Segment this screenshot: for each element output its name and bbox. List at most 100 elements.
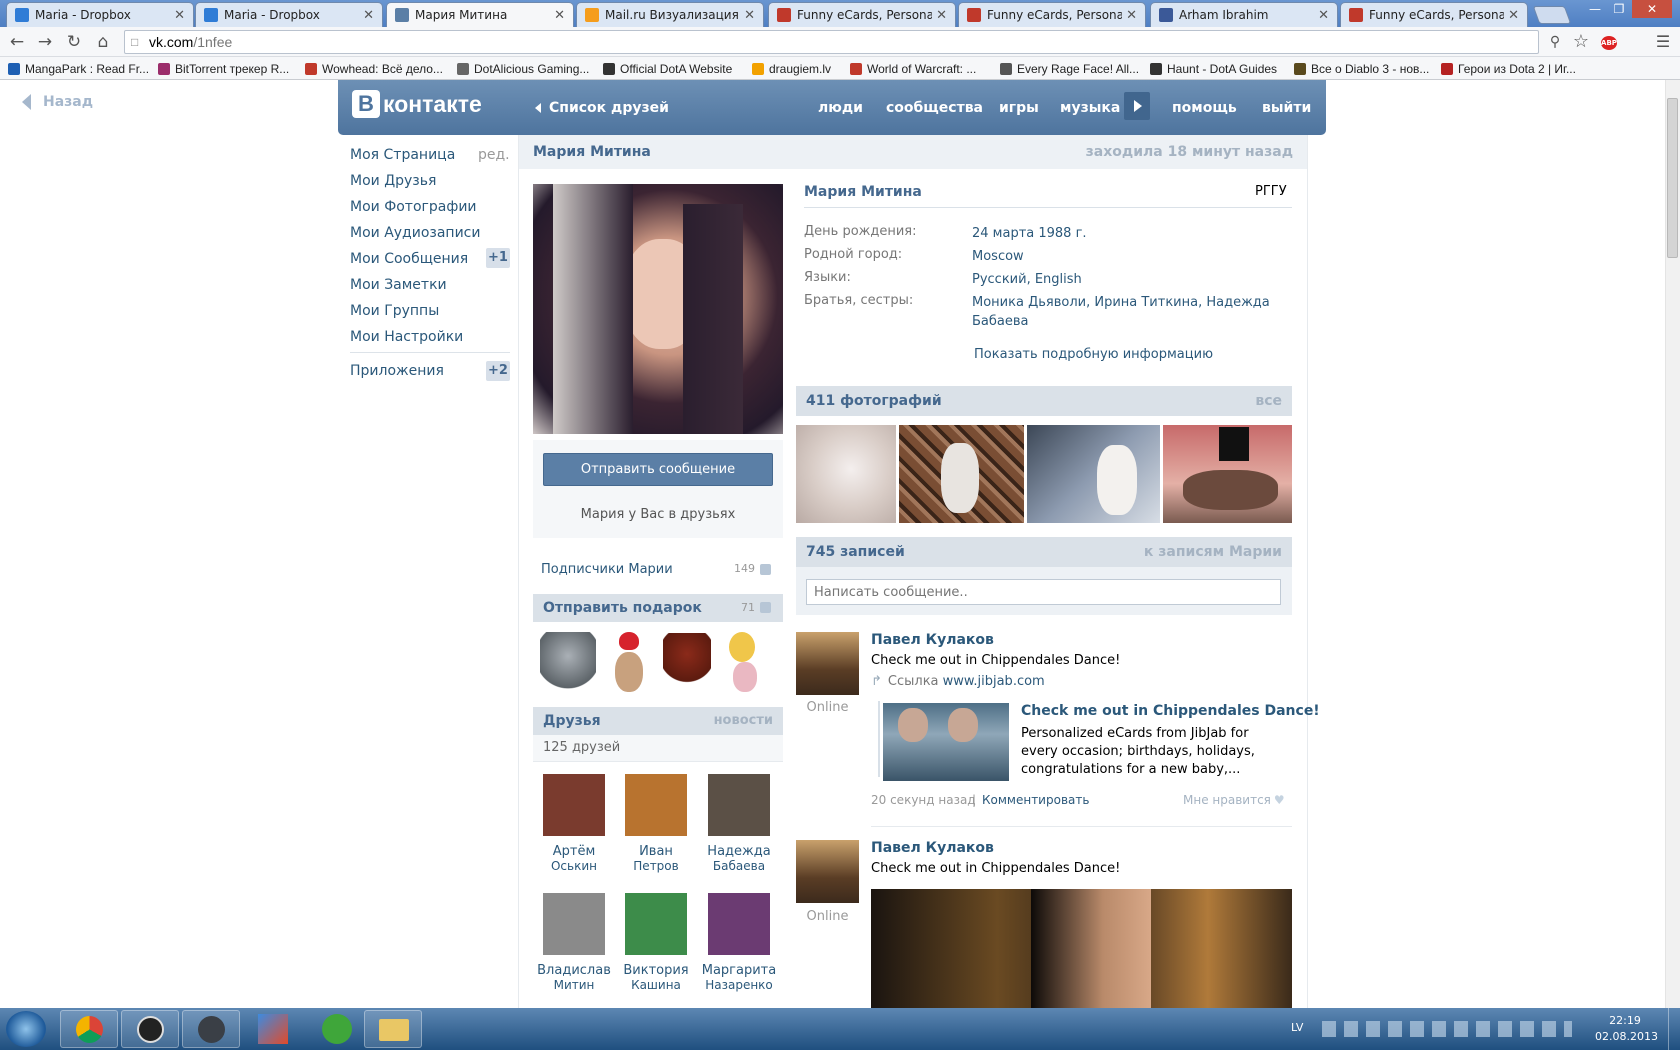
friend-avatar[interactable] bbox=[708, 774, 770, 836]
friend-avatar[interactable] bbox=[543, 774, 605, 836]
browser-tab[interactable]: Funny eCards, Personalize ✕ bbox=[768, 2, 956, 27]
bookmark-item[interactable]: Герои из Dota 2 | Иг... bbox=[1441, 60, 1576, 77]
friends-bar[interactable]: Друзья новости bbox=[533, 707, 783, 735]
wall-posts-link[interactable]: к записям Марии bbox=[1144, 544, 1282, 560]
info-value[interactable]: Моника Дьяволи, Ирина Титкина, Надежда Б… bbox=[972, 293, 1272, 331]
clock-date[interactable]: 02.08.2013 bbox=[1595, 1030, 1658, 1043]
browser-tab[interactable]: Mail.ru Визуализация закла ✕ bbox=[576, 2, 764, 27]
taskbar-chrome[interactable] bbox=[60, 1010, 118, 1048]
menu-item-my-messages[interactable]: Мои Сообщения bbox=[350, 251, 468, 267]
bookmark-item[interactable]: Wowhead: Всё дело... bbox=[305, 60, 443, 77]
taskbar-explorer[interactable] bbox=[364, 1010, 422, 1048]
taskbar-steam[interactable] bbox=[182, 1010, 240, 1048]
photo-thumb-3[interactable] bbox=[1027, 425, 1160, 523]
friend-avatar[interactable] bbox=[543, 893, 605, 955]
photos-bar[interactable]: 411 фотографий все bbox=[796, 386, 1292, 416]
menu-item-my-page[interactable]: Моя Страница bbox=[350, 147, 455, 163]
post-attachment-image[interactable] bbox=[883, 703, 1009, 781]
friend-first-name[interactable]: Иван bbox=[614, 844, 698, 859]
menu-item-my-settings[interactable]: Мои Настройки bbox=[350, 329, 463, 345]
apps-badge[interactable]: +2 bbox=[486, 361, 510, 381]
post-like-button[interactable]: Мне нравится ♥ bbox=[1183, 793, 1285, 807]
close-icon[interactable]: ✕ bbox=[174, 8, 185, 23]
menu-item-my-photos[interactable]: Мои Фотографии bbox=[350, 199, 477, 215]
new-tab-button[interactable] bbox=[1532, 6, 1572, 24]
friend-last-name[interactable]: Бабаева bbox=[697, 859, 781, 873]
back-icon[interactable]: ← bbox=[6, 31, 28, 53]
language-indicator[interactable]: LV bbox=[1291, 1021, 1303, 1034]
vk-logo[interactable]: В контакте bbox=[352, 88, 482, 120]
zoom-icon[interactable]: ⚲ bbox=[1544, 31, 1566, 53]
close-icon[interactable]: ✕ bbox=[554, 8, 565, 23]
post-author-avatar[interactable] bbox=[796, 840, 859, 903]
show-more-info-link[interactable]: Показать подробную информацию bbox=[974, 347, 1213, 362]
close-window-button[interactable]: ✕ bbox=[1632, 0, 1672, 18]
friend-card[interactable]: Владислав Митин bbox=[532, 893, 616, 992]
photo-thumb-2[interactable] bbox=[899, 425, 1024, 523]
start-button[interactable] bbox=[6, 1011, 46, 1047]
show-desktop-button[interactable] bbox=[1668, 1008, 1680, 1050]
photo-thumb-4[interactable] bbox=[1163, 425, 1292, 523]
minimize-button[interactable]: — bbox=[1584, 0, 1606, 18]
friend-card[interactable]: Надежда Бабаева bbox=[697, 774, 781, 873]
post-author-name[interactable]: Павел Кулаков bbox=[871, 840, 994, 856]
close-icon[interactable]: ✕ bbox=[1318, 8, 1329, 23]
friend-last-name[interactable]: Назаренко bbox=[697, 978, 781, 992]
friend-first-name[interactable]: Артём bbox=[532, 844, 616, 859]
friend-last-name[interactable]: Петров bbox=[614, 859, 698, 873]
forward-icon[interactable]: → bbox=[34, 31, 56, 53]
profile-photo[interactable] bbox=[533, 184, 783, 434]
info-value[interactable]: Moscow bbox=[972, 247, 1272, 266]
adblock-icon[interactable]: ABP bbox=[1601, 36, 1617, 50]
friend-avatar[interactable] bbox=[625, 774, 687, 836]
bookmark-item[interactable]: DotAlicious Gaming... bbox=[457, 60, 589, 77]
gift-cat-icon[interactable] bbox=[540, 632, 596, 692]
friend-card[interactable]: Артём Оськин bbox=[532, 774, 616, 873]
browser-tab[interactable]: Maria - Dropbox ✕ bbox=[6, 2, 194, 27]
close-icon[interactable]: ✕ bbox=[936, 8, 947, 23]
photos-all-link[interactable]: все bbox=[1255, 393, 1282, 409]
nav-communities[interactable]: сообщества bbox=[886, 100, 983, 116]
bookmark-item[interactable]: Official DotA Website bbox=[603, 60, 732, 77]
maximize-button[interactable]: ❐ bbox=[1608, 0, 1630, 18]
browser-tab[interactable]: Arham Ibrahim ✕ bbox=[1150, 2, 1338, 27]
browser-tab[interactable]: Funny eCards, Personalize ✕ bbox=[1340, 2, 1528, 27]
friend-first-name[interactable]: Виктория bbox=[614, 963, 698, 978]
bookmark-item[interactable]: World of Warcraft: ... bbox=[850, 60, 976, 77]
friend-card[interactable]: Иван Петров bbox=[614, 774, 698, 873]
menu-item-my-groups[interactable]: Мои Группы bbox=[350, 303, 439, 319]
followers-link[interactable]: Подписчики Марии bbox=[541, 562, 673, 577]
home-icon[interactable]: ⌂ bbox=[92, 31, 114, 53]
post-link-url[interactable]: www.jibjab.com bbox=[943, 674, 1045, 689]
post-author-name[interactable]: Павел Кулаков bbox=[871, 632, 994, 648]
friend-avatar[interactable] bbox=[625, 893, 687, 955]
gift-bar[interactable]: Отправить подарок 71 bbox=[533, 594, 783, 622]
gift-bunny-icon[interactable] bbox=[607, 632, 651, 694]
post-time[interactable]: 20 секунд назад bbox=[871, 793, 976, 807]
nav-help[interactable]: помощь bbox=[1172, 100, 1237, 116]
nav-music[interactable]: музыка bbox=[1060, 100, 1120, 116]
utorrent-icon[interactable] bbox=[322, 1014, 352, 1044]
wall-bar[interactable]: 745 записей к записям Марии bbox=[796, 537, 1292, 567]
star-icon[interactable]: ☆ bbox=[1570, 31, 1592, 53]
photo-thumb-1[interactable] bbox=[796, 425, 896, 523]
menu-item-apps[interactable]: Приложения bbox=[350, 363, 444, 379]
bookmark-item[interactable]: BitTorrent трекер R... bbox=[158, 60, 289, 77]
send-message-button[interactable]: Отправить сообщение bbox=[543, 453, 773, 486]
post-comment-link[interactable]: Комментировать bbox=[982, 793, 1089, 807]
profile-university[interactable]: РГГУ bbox=[1255, 184, 1287, 199]
bookmark-item[interactable]: Haunt - DotA Guides bbox=[1150, 60, 1277, 77]
tray-icons[interactable] bbox=[1322, 1021, 1572, 1037]
browser-tab[interactable]: Funny eCards, Personalize ✕ bbox=[958, 2, 1146, 27]
friend-first-name[interactable]: Маргарита bbox=[697, 963, 781, 978]
menu-item-my-notes[interactable]: Мои Заметки bbox=[350, 277, 447, 293]
friend-last-name[interactable]: Оськин bbox=[532, 859, 616, 873]
friends-list-link[interactable]: Список друзей bbox=[535, 100, 669, 116]
bookmark-item[interactable]: MangaPark : Read Fr... bbox=[8, 60, 149, 77]
friends-news-link[interactable]: новости bbox=[714, 713, 773, 728]
friend-last-name[interactable]: Кашина bbox=[614, 978, 698, 992]
friend-card[interactable]: Виктория Кашина bbox=[614, 893, 698, 992]
friend-first-name[interactable]: Владислав bbox=[532, 963, 616, 978]
taskbar-app-icon[interactable] bbox=[258, 1014, 288, 1044]
nav-logout[interactable]: выйти bbox=[1262, 100, 1311, 116]
